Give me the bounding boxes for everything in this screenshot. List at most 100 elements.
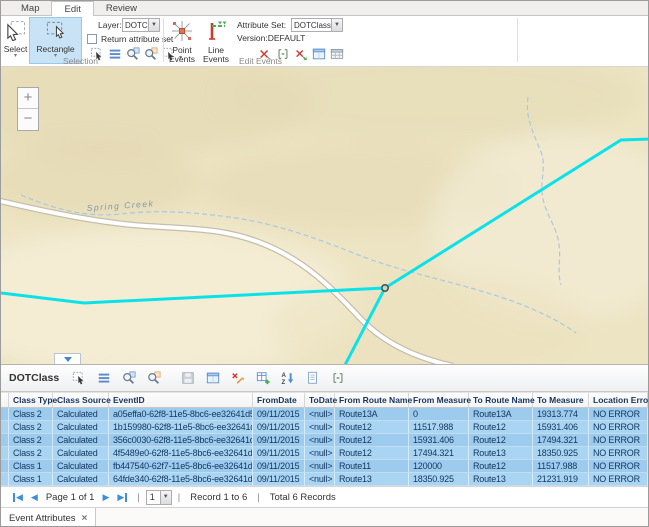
tab-edit[interactable]: Edit bbox=[51, 1, 93, 16]
column-header-fromdate[interactable]: FromDate bbox=[253, 392, 305, 408]
column-header-from-measure[interactable]: From Measure bbox=[409, 392, 469, 408]
rectangle-dropdown-caret-icon[interactable]: ▾ bbox=[54, 54, 57, 59]
select-button[interactable]: Select ▾ bbox=[3, 17, 28, 64]
table-cell: 09/11/2015 bbox=[253, 421, 305, 434]
panel-toolbar: DOTClass AZ bbox=[1, 365, 649, 392]
copy-records-icon[interactable] bbox=[305, 370, 321, 386]
attribute-window-icon[interactable] bbox=[205, 370, 221, 386]
tab-event-attributes[interactable]: Event Attributes × bbox=[1, 508, 96, 527]
panel-title: DOTClass bbox=[9, 372, 59, 384]
table-cell: <null> bbox=[305, 421, 335, 434]
delete-records-icon[interactable] bbox=[230, 370, 246, 386]
selection-list-icon[interactable] bbox=[107, 46, 122, 61]
table-cell: Route13 bbox=[469, 447, 533, 460]
options-menu-icon[interactable] bbox=[96, 370, 112, 386]
table-cell: Class 1 bbox=[9, 473, 53, 486]
save-results-icon[interactable] bbox=[180, 370, 196, 386]
pagination-separator: | bbox=[137, 492, 139, 503]
table-cell: Class 2 bbox=[9, 421, 53, 434]
table-cell: Calculated bbox=[53, 473, 109, 486]
tab-map[interactable]: Map bbox=[9, 0, 51, 15]
table-row[interactable]: Class 1Calculatedfb447540-62f7-11e5-8bc6… bbox=[1, 460, 648, 473]
table-cell: Calculated bbox=[53, 434, 109, 447]
table-cell: 17494.321 bbox=[409, 447, 469, 460]
column-header-location-error[interactable]: Location Error bbox=[589, 392, 648, 408]
ribbon-group-divider bbox=[517, 18, 518, 62]
table-cell: Calculated bbox=[53, 421, 109, 434]
table-row[interactable]: Class 2Calculateda05effa0-62f8-11e5-8bc6… bbox=[1, 408, 648, 421]
zoom-in-button[interactable]: + bbox=[18, 88, 38, 109]
route-junction-marker[interactable] bbox=[382, 285, 388, 291]
column-header-to-route-name[interactable]: To Route Name bbox=[469, 392, 533, 408]
map-view[interactable]: Spring Creek + − bbox=[1, 67, 649, 364]
column-header-eventid[interactable]: EventID bbox=[109, 392, 253, 408]
table-row[interactable]: Class 2Calculated356c0030-62f8-11e5-8bc6… bbox=[1, 434, 648, 447]
table-cell: 4f5489e0-62f8-11e5-8bc6-ee32641d5ec9 bbox=[109, 447, 253, 460]
select-records-icon[interactable] bbox=[71, 370, 87, 386]
row-indicator-cell[interactable] bbox=[1, 460, 9, 473]
split-event-icon[interactable] bbox=[293, 46, 308, 61]
table-row[interactable]: Class 1Calculated64fde340-62f8-11e5-8bc6… bbox=[1, 473, 648, 486]
table-cell: <null> bbox=[305, 447, 335, 460]
table-cell: 21231.919 bbox=[533, 473, 589, 486]
table-cell: Class 2 bbox=[9, 408, 53, 421]
pan-to-selection-icon[interactable] bbox=[143, 46, 158, 61]
layer-combobox-value: DOTClass bbox=[123, 21, 148, 30]
ribbon-tabbar: Map Edit Review bbox=[1, 1, 648, 16]
last-page-icon[interactable]: ▶ bbox=[117, 493, 127, 502]
previous-page-icon[interactable]: ◀ bbox=[31, 493, 38, 502]
tab-review[interactable]: Review bbox=[94, 0, 149, 15]
first-page-icon[interactable]: ◀ bbox=[13, 493, 23, 502]
close-tab-icon[interactable]: × bbox=[82, 513, 88, 524]
column-header-to-measure[interactable]: To Measure bbox=[533, 392, 589, 408]
next-page-icon[interactable]: ▶ bbox=[102, 493, 109, 502]
attribute-set-combobox[interactable]: DOTClass ▼ bbox=[291, 18, 343, 32]
table-cell: Route12 bbox=[335, 434, 409, 447]
table-cell: Route12 bbox=[469, 421, 533, 434]
append-records-icon[interactable] bbox=[255, 370, 271, 386]
row-indicator-cell[interactable] bbox=[1, 434, 9, 447]
column-header-todate[interactable]: ToDate bbox=[305, 392, 335, 408]
column-header-from-route-name[interactable]: From Route Name bbox=[335, 392, 409, 408]
panel-collapse-button[interactable] bbox=[54, 353, 81, 364]
row-indicator-cell[interactable] bbox=[1, 421, 9, 434]
page-number-arrow-icon[interactable]: ▼ bbox=[160, 491, 171, 504]
attribute-window-icon[interactable] bbox=[311, 46, 326, 61]
point-events-button[interactable]: Point Events bbox=[166, 17, 198, 64]
pan-to-selected-icon[interactable] bbox=[146, 370, 162, 386]
table-cell: NO ERROR bbox=[589, 460, 648, 473]
column-header-class-source[interactable]: Class Source bbox=[53, 392, 109, 408]
row-indicator-cell[interactable] bbox=[1, 473, 9, 486]
layer-combobox[interactable]: DOTClass ▼ bbox=[122, 18, 160, 32]
page-number-combobox[interactable]: 1 ▼ bbox=[146, 490, 172, 505]
attribute-set-combobox-arrow-icon[interactable]: ▼ bbox=[331, 19, 342, 31]
resize-columns-icon[interactable] bbox=[330, 370, 346, 386]
table-cell: NO ERROR bbox=[589, 408, 648, 421]
zoom-to-selected-icon[interactable] bbox=[121, 370, 137, 386]
table-cell: Route13A bbox=[469, 408, 533, 421]
attribute-grid-icon[interactable] bbox=[329, 46, 344, 61]
line-events-button[interactable]: Line Events bbox=[200, 17, 232, 64]
table-row[interactable]: Class 2Calculated1b159980-62f8-11e5-8bc6… bbox=[1, 421, 648, 434]
point-events-label: Point Events bbox=[168, 46, 196, 64]
table-cell: 18350.925 bbox=[533, 447, 589, 460]
zoom-out-button[interactable]: − bbox=[18, 109, 38, 130]
select-dropdown-caret-icon[interactable]: ▾ bbox=[14, 54, 17, 59]
sort-records-icon[interactable]: AZ bbox=[280, 370, 296, 386]
layer-combobox-arrow-icon[interactable]: ▼ bbox=[148, 19, 159, 31]
pagination-separator: | bbox=[178, 492, 180, 503]
table-cell: 356c0030-62f8-11e5-8bc6-ee32641d5ec9 bbox=[109, 434, 253, 447]
table-cell: 15931.406 bbox=[533, 421, 589, 434]
table-cell: Route12 bbox=[335, 421, 409, 434]
column-header-class-type[interactable]: Class Type bbox=[9, 392, 53, 408]
zoom-to-selection-icon[interactable] bbox=[125, 46, 140, 61]
table-cell: 09/11/2015 bbox=[253, 434, 305, 447]
return-attribute-set-checkbox[interactable] bbox=[87, 34, 97, 44]
row-indicator-cell[interactable] bbox=[1, 408, 9, 421]
row-indicator-cell[interactable] bbox=[1, 447, 9, 460]
table-row[interactable]: Class 2Calculated4f5489e0-62f8-11e5-8bc6… bbox=[1, 447, 648, 460]
basemap: Spring Creek bbox=[1, 67, 649, 364]
point-events-icon bbox=[171, 20, 193, 45]
table-cell: Calculated bbox=[53, 408, 109, 421]
table-cell: NO ERROR bbox=[589, 434, 648, 447]
